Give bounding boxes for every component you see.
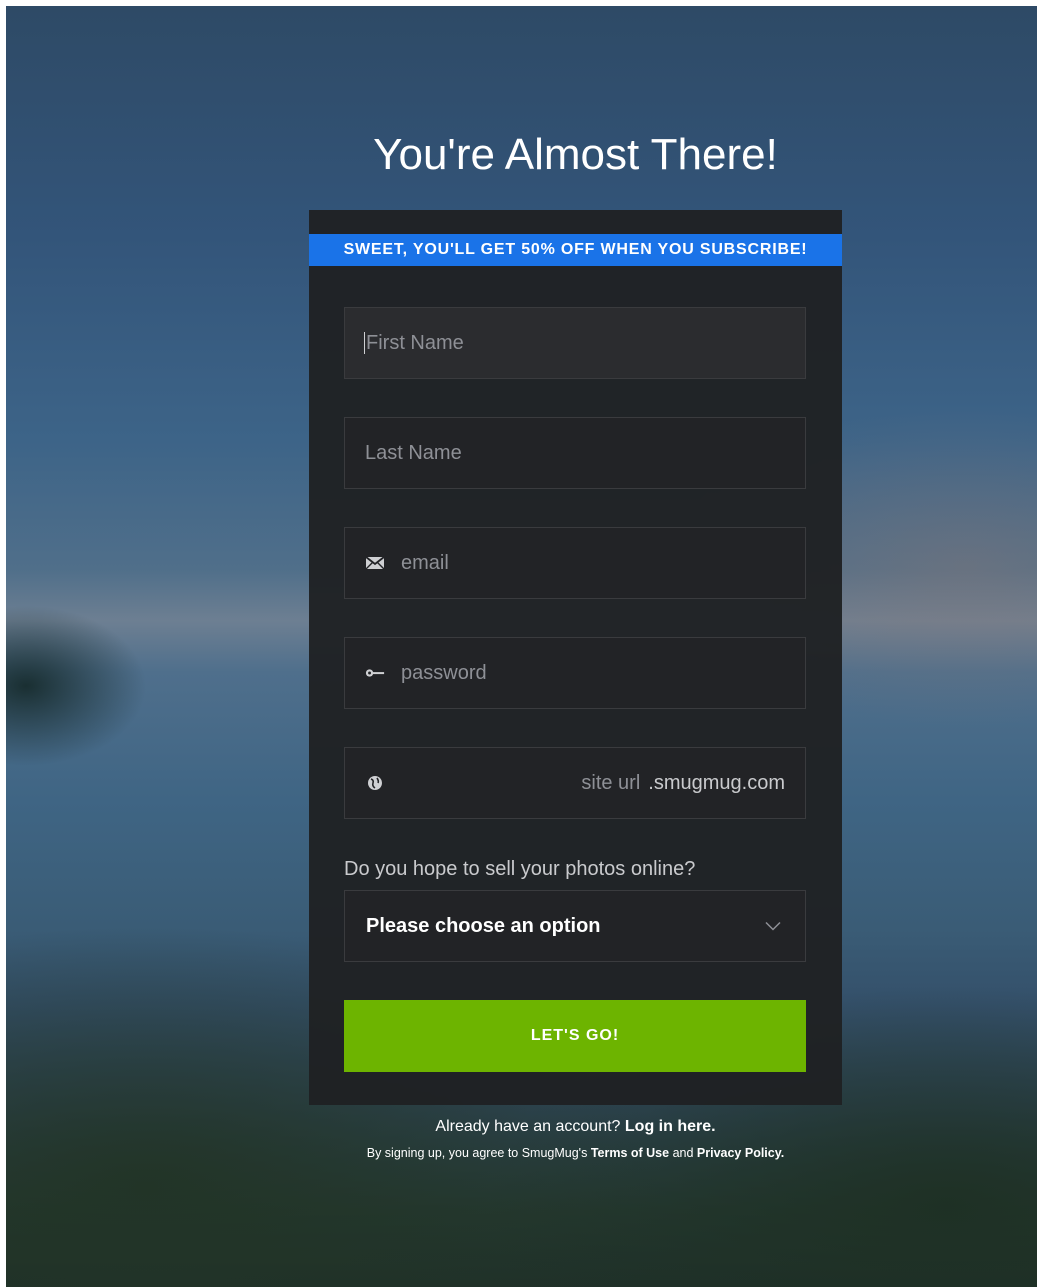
sell-question-label: Do you hope to sell your photos online? (344, 858, 696, 880)
password-placeholder: password (401, 661, 487, 684)
first-name-field[interactable]: First Name (344, 307, 806, 379)
discount-banner: SWEET, YOU'LL GET 50% OFF WHEN YOU SUBSC… (309, 234, 842, 266)
have-account-text: Already have an account? (435, 1118, 621, 1135)
and-text: and (672, 1146, 694, 1160)
envelope-icon (365, 556, 385, 570)
signup-card: SWEET, YOU'LL GET 50% OFF WHEN YOU SUBSC… (309, 210, 842, 1105)
email-placeholder: email (401, 551, 449, 574)
chevron-down-icon (765, 921, 781, 931)
legal-notice: By signing up, you agree to SmugMug's Te… (259, 1146, 892, 1160)
site-url-field[interactable]: site url .smugmug.com (344, 747, 806, 819)
terms-link[interactable]: Terms of Use (591, 1146, 669, 1160)
login-prompt: Already have an account? Log in here. (309, 1118, 842, 1136)
last-name-field[interactable]: Last Name (344, 417, 806, 489)
privacy-link[interactable]: Privacy Policy. (697, 1146, 784, 1160)
globe-icon (365, 775, 385, 791)
email-field[interactable]: email (344, 527, 806, 599)
page-title: You're Almost There! (373, 130, 778, 179)
agree-text: By signing up, you agree to SmugMug's (366, 1146, 588, 1160)
last-name-placeholder: Last Name (365, 441, 462, 464)
domain-suffix: .smugmug.com (648, 771, 785, 794)
text-caret (364, 332, 365, 354)
key-icon (365, 668, 385, 678)
select-value: Please choose an option (366, 914, 601, 937)
login-link[interactable]: Log in here. (625, 1118, 716, 1135)
site-url-group: site url .smugmug.com (581, 772, 785, 795)
site-url-placeholder: site url (581, 771, 641, 794)
first-name-placeholder: First Name (366, 331, 464, 354)
background-photo: You're Almost There! SWEET, YOU'LL GET 5… (6, 6, 1037, 1287)
lets-go-button[interactable]: LET'S GO! (344, 1000, 806, 1072)
password-field[interactable]: password (344, 637, 806, 709)
sell-photos-select[interactable]: Please choose an option (344, 890, 806, 962)
